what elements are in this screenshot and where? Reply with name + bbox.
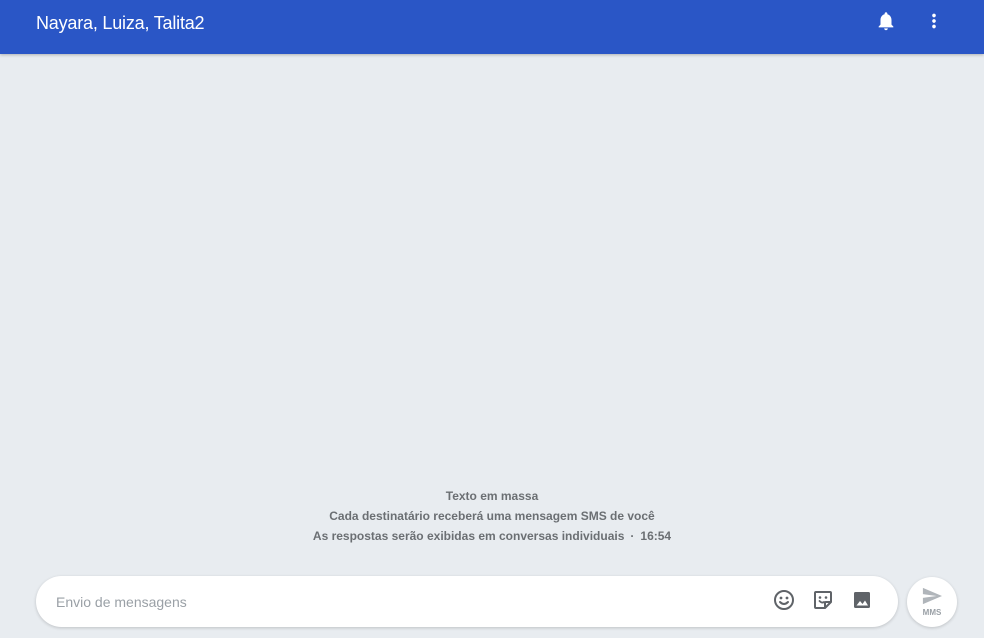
emoji-icon: [772, 588, 796, 617]
conversation-title: Nayara, Luiza, Talita2: [36, 13, 205, 33]
bulk-text-info: Texto em massa Cada destinatário receber…: [0, 486, 984, 546]
send-button[interactable]: MMS: [907, 577, 957, 627]
conversation-header: Nayara, Luiza, Talita2: [0, 0, 984, 54]
image-icon: [850, 588, 874, 617]
sticker-icon: [811, 588, 835, 617]
bulk-text-title: Texto em massa: [445, 489, 539, 503]
more-vert-icon: [923, 10, 945, 37]
send-type-label: MMS: [922, 608, 942, 617]
notifications-button[interactable]: [868, 5, 904, 41]
compose-bar: [36, 576, 898, 627]
message-timestamp: 16:54: [640, 529, 672, 543]
separator-dot: ·: [630, 529, 635, 543]
replies-note: As respostas serão exibidas em conversas…: [312, 529, 625, 543]
emoji-button[interactable]: [766, 584, 802, 620]
bell-icon: [875, 10, 897, 37]
attach-image-button[interactable]: [844, 584, 880, 620]
message-input[interactable]: [54, 590, 758, 614]
messages-app: Nayara, Luiza, Talita2 Texto em massa Ca…: [0, 0, 984, 638]
bulk-text-description: Cada destinatário receberá uma mensagem …: [329, 509, 655, 523]
bulk-text-replies-line: As respostas serão exibidas em conversas…: [0, 526, 984, 546]
sticker-button[interactable]: [805, 584, 841, 620]
more-options-button[interactable]: [916, 5, 952, 41]
